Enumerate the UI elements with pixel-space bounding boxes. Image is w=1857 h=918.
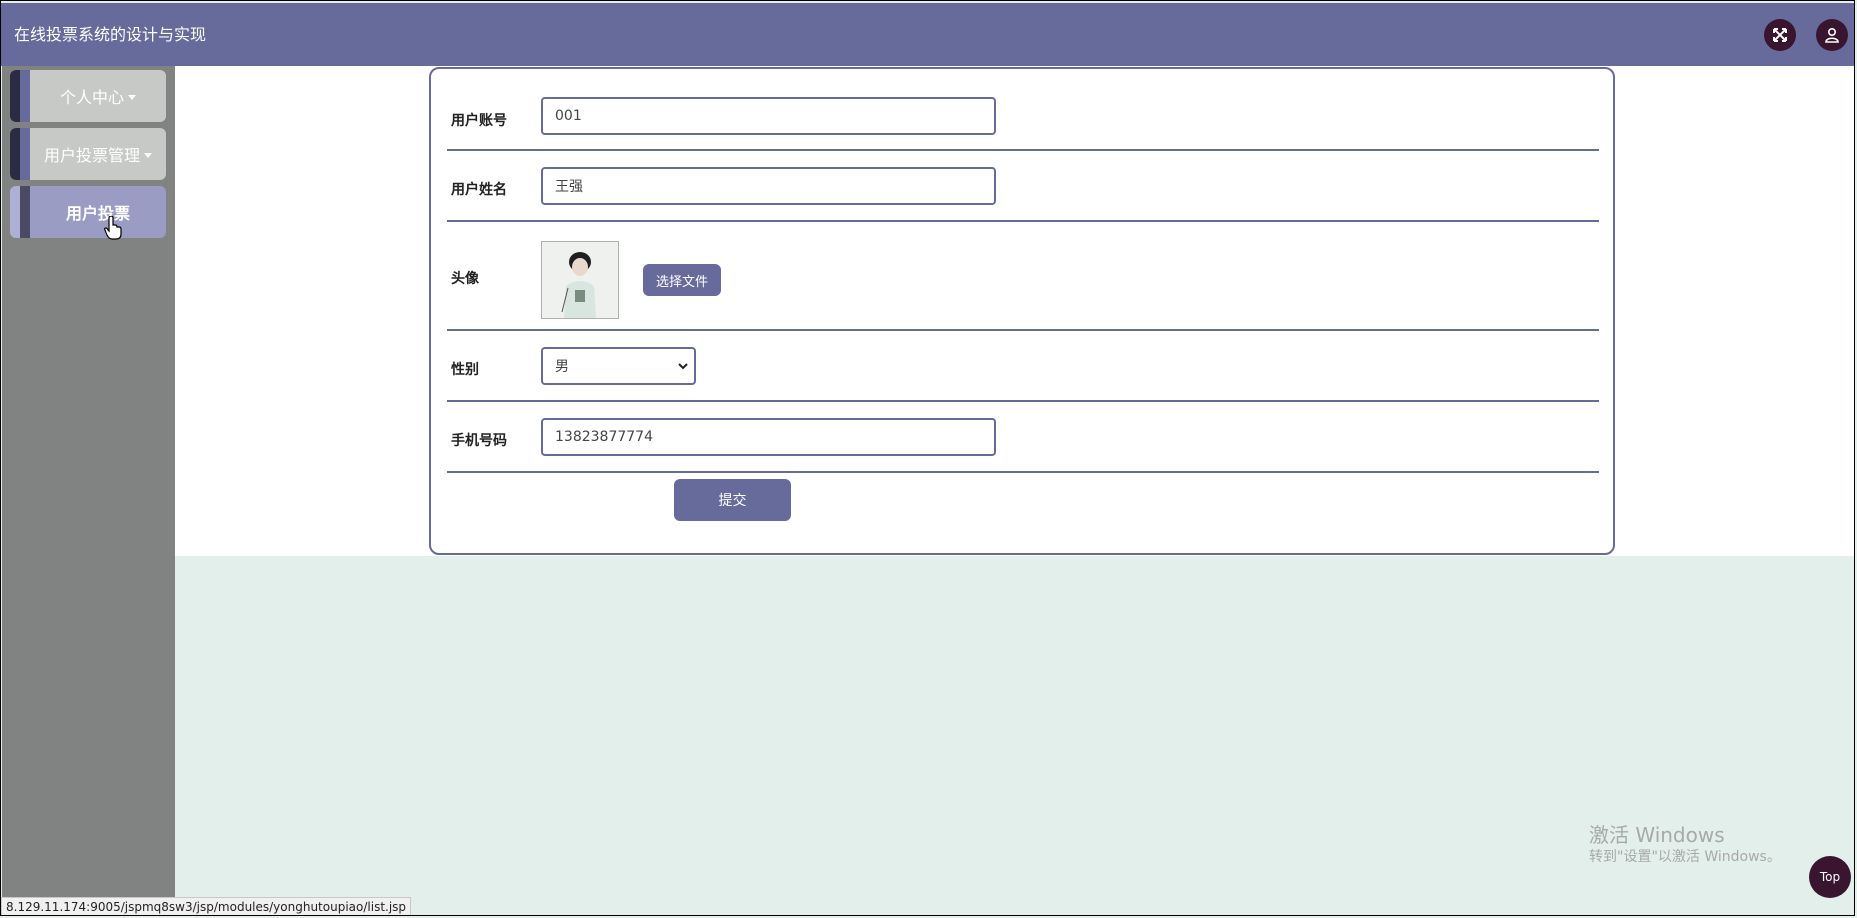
profile-form: 用户账号 用户姓名 头像 选择文件 性别	[429, 67, 1615, 555]
watermark-line-1: 激活 Windows	[1589, 823, 1725, 847]
form-row-name: 用户姓名	[447, 151, 1599, 222]
sidebar-item-label: 个人中心	[59, 88, 124, 107]
app-title: 在线投票系统的设计与实现	[14, 25, 207, 44]
avatar-image	[541, 241, 619, 319]
status-bar-url: 8.129.11.174:9005/jspmq8sw3/jsp/modules/…	[1, 897, 412, 915]
account-input[interactable]	[541, 97, 996, 135]
user-icon	[1825, 27, 1839, 43]
form-row-gender: 性别 男	[447, 331, 1599, 402]
fullscreen-button[interactable]	[1764, 19, 1796, 51]
user-profile-button[interactable]	[1816, 19, 1848, 51]
sidebar-item-personal-center[interactable]: 个人中心	[10, 70, 166, 122]
hand-cursor-icon	[104, 216, 122, 240]
form-row-account: 用户账号	[447, 69, 1599, 151]
caret-down-icon	[128, 94, 136, 100]
sidebar-item-label-wrap: 个人中心	[30, 70, 166, 122]
account-label: 用户账号	[451, 113, 507, 129]
watermark-line-2: 转到"设置"以激活 Windows。	[1589, 849, 1781, 865]
menu-accent-bar	[10, 128, 20, 180]
gender-selected-value: 男	[555, 359, 569, 375]
phone-input[interactable]	[541, 418, 996, 456]
gender-select[interactable]: 男	[541, 347, 696, 385]
sidebar-item-label-wrap: 用户投票管理	[30, 128, 166, 180]
windows-activation-watermark: 激活 Windows 转到"设置"以激活 Windows。	[1589, 823, 1781, 867]
form-row-avatar: 头像 选择文件	[447, 222, 1599, 331]
choose-file-button[interactable]: 选择文件	[643, 264, 721, 296]
menu-accent-bar	[10, 186, 20, 238]
chevron-down-icon	[678, 363, 688, 370]
avatar-label: 头像	[451, 271, 479, 287]
menu-accent-bar	[20, 70, 30, 122]
sidebar-item-label-wrap: 用户投票	[30, 186, 166, 238]
caret-down-icon	[144, 152, 152, 158]
menu-accent-bar	[20, 186, 30, 238]
top-header: 在线投票系统的设计与实现	[1, 3, 1854, 66]
name-input[interactable]	[541, 167, 996, 205]
sidebar: 个人中心 用户投票管理 用户投票	[2, 66, 175, 915]
browser-viewport: 在线投票系统的设计与实现 个人中心 用户投票管理 用户投票 用户账号 001 用…	[0, 0, 1855, 916]
sidebar-item-user-vote[interactable]: 用户投票	[10, 186, 166, 238]
avatar-photo	[542, 242, 618, 318]
menu-accent-bar	[10, 70, 20, 122]
form-row-phone: 手机号码	[447, 402, 1599, 473]
submit-button[interactable]: 提交	[674, 479, 791, 521]
back-to-top-button[interactable]: Top	[1809, 856, 1851, 898]
sidebar-item-label: 用户投票管理	[43, 146, 140, 165]
name-label: 用户姓名	[451, 182, 507, 198]
gender-label: 性别	[451, 362, 479, 378]
phone-label: 手机号码	[451, 433, 507, 449]
menu-accent-bar	[20, 128, 30, 180]
sidebar-item-vote-management[interactable]: 用户投票管理	[10, 128, 166, 180]
fullscreen-icon	[1773, 28, 1787, 42]
